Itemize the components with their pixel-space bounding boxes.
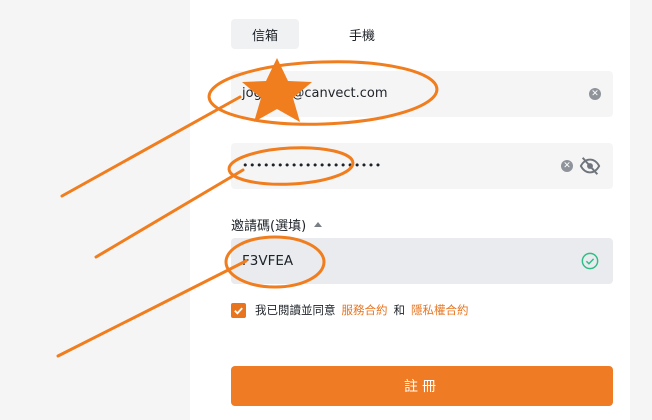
password-value: •••••••••••••••••••• [242,159,382,172]
tab-email[interactable]: 信箱 [231,19,299,49]
eye-off-icon[interactable] [579,155,601,177]
terms-link[interactable]: 服務合約 [342,302,388,318]
signup-panel [190,0,630,420]
register-button[interactable]: 註冊 [231,366,613,406]
invite-code-field[interactable]: F3VFEA [231,238,613,284]
email-field[interactable]: jog…66@canvect.com ✕ [231,71,613,117]
agree-checkbox[interactable] [231,302,246,318]
password-field[interactable]: •••••••••••••••••••• ✕ [231,143,613,189]
right-gutter [630,0,652,420]
invite-code-toggle[interactable]: 邀請碼(選填) [231,215,323,234]
email-value: jog…66@canvect.com [242,86,388,101]
checkmark-icon [234,306,243,315]
check-circle-icon [581,252,599,270]
agreement-row: 我已閱讀並同意 服務合約 和 隱私權合約 [231,302,469,318]
tab-phone[interactable]: 手機 [328,19,396,49]
clear-icon[interactable]: ✕ [561,160,573,172]
invite-code-value: F3VFEA [242,253,294,269]
agreement-text: 我已閱讀並同意 [255,303,336,317]
caret-up-icon [314,222,323,227]
privacy-link[interactable]: 隱私權合約 [411,302,469,318]
agreement-joiner: 和 [393,303,406,317]
invite-code-label: 邀請碼(選填) [231,219,307,234]
clear-icon[interactable]: ✕ [589,88,601,100]
